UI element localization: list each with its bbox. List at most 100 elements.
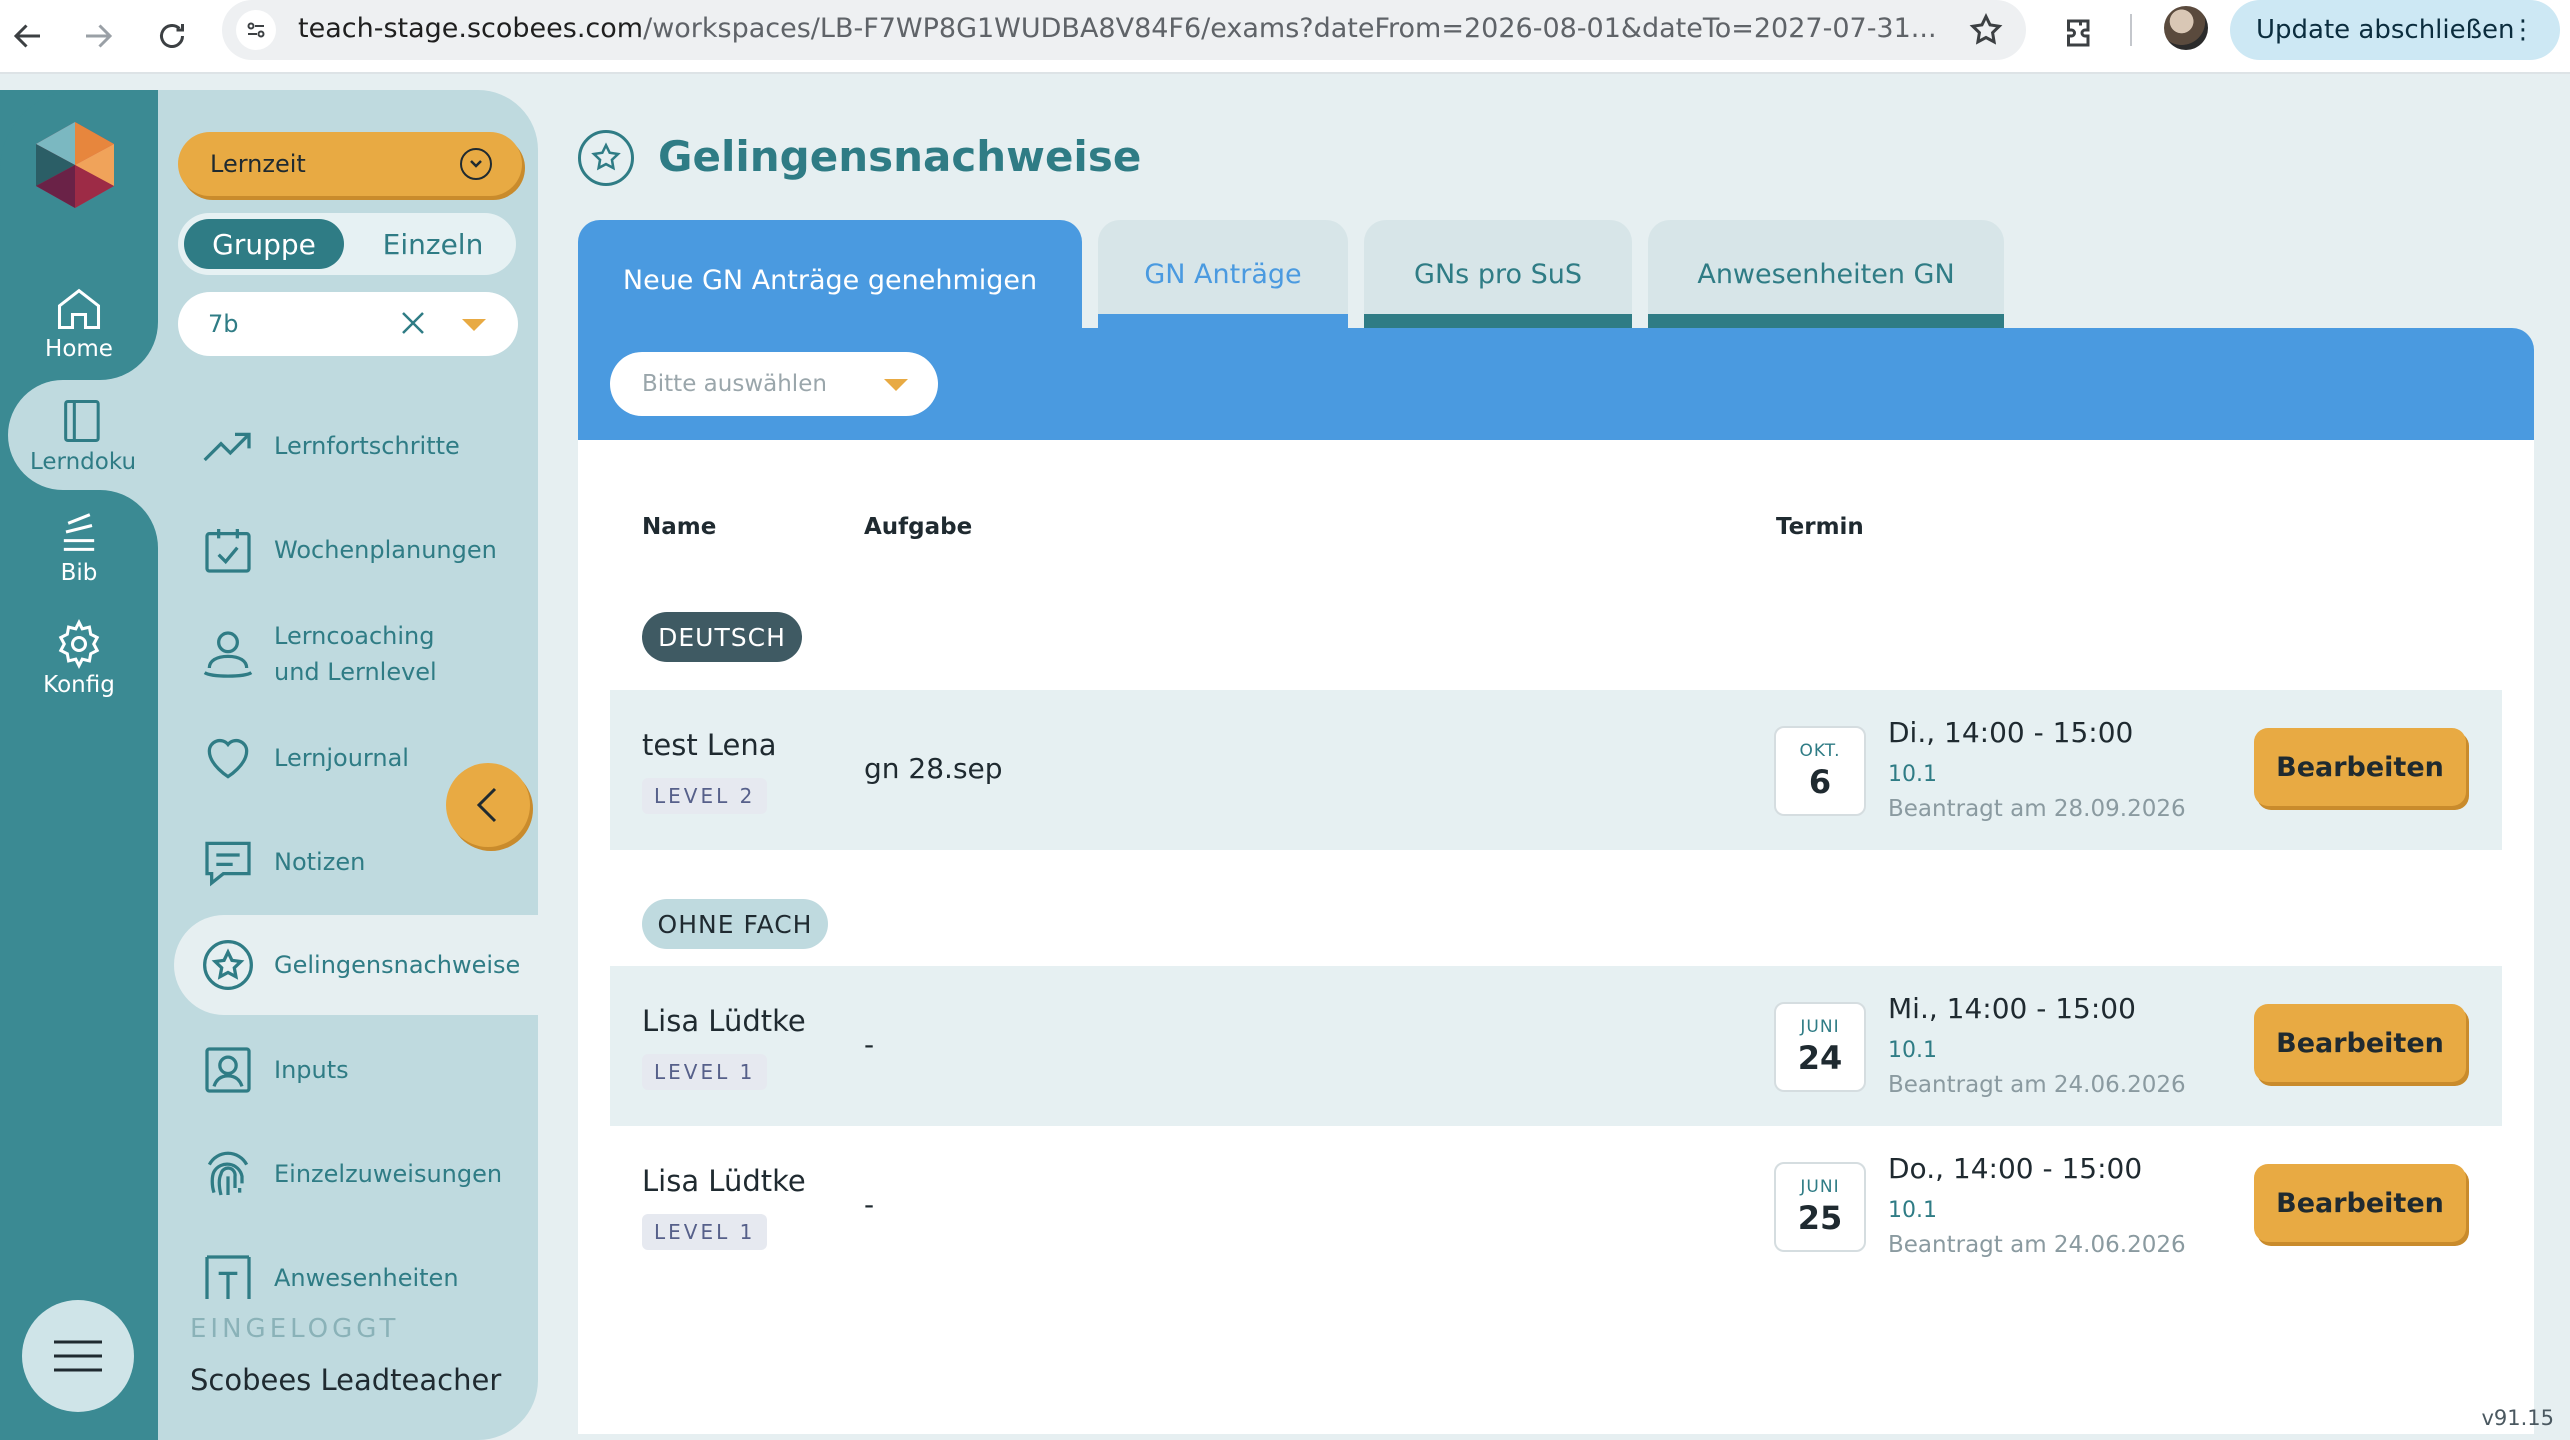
gear-icon [58,618,100,670]
sidebar-item-label: Gelingensnachweise [274,951,521,979]
rail-item-home[interactable]: Home [0,272,158,372]
date-day: 25 [1797,1199,1843,1237]
level-badge: LEVEL 1 [642,1214,768,1250]
attendance-icon [205,1255,251,1299]
sidebar-item-label-line2: und Lernlevel [274,658,437,686]
column-header-date: Termin [1776,514,1864,540]
toggle-einzeln[interactable]: Einzeln [358,219,508,269]
row-room: 10.1 [1888,1198,1937,1223]
date-badge: OKT. 6 [1774,726,1866,816]
logged-in-username: Scobees Leadteacher [190,1363,502,1397]
heart-icon [207,738,249,779]
toggle-gruppe[interactable]: Gruppe [184,219,344,269]
date-day: 24 [1797,1039,1843,1077]
rail-item-lerndoku[interactable]: Lerndoku [8,380,158,490]
row-requested: Beantragt am 24.06.2026 [1888,1072,2186,1098]
date-badge: JUNI 25 [1774,1162,1866,1252]
kebab-icon[interactable]: ⋮ [2510,16,2536,44]
row-task: - [864,1028,875,1061]
sidebar-item-label: Notizen [274,848,366,876]
sidebar-item-inputs[interactable]: Inputs [200,1030,530,1110]
filter-placeholder: Bitte auswählen [642,371,827,397]
tab-underline [1098,314,1348,328]
url-path: /workspaces/LB-F7WP8G1WUDBA8V84F6/exams?… [643,13,1937,44]
group-badge-ohne-fach: OHNE FACH [642,899,828,949]
date-day: 6 [1808,763,1832,801]
logged-in-caption: EINGELOGGT [190,1314,400,1344]
tab-neue-gn-antraege[interactable]: Neue GN Anträge genehmigen [578,220,1082,340]
star-circle-icon [203,940,253,990]
group-select-value: 7b [208,310,239,338]
filter-select[interactable]: Bitte auswählen [610,352,938,416]
group-select[interactable]: 7b [178,292,518,356]
page-title: Gelingensnachweise [658,132,1142,181]
rail-item-konfig[interactable]: Konfig [0,608,158,708]
sidebar-item-gelingensnachweise[interactable]: Gelingensnachweise [174,915,538,1015]
update-button[interactable]: Update abschließen ⋮ [2230,0,2560,60]
date-month: JUNI [1800,1177,1840,1197]
row-requested: Beantragt am 24.06.2026 [1888,1232,2186,1258]
chevron-left-icon [476,787,497,823]
row-task: gn 28.sep [864,752,1003,785]
forward-arrow-icon[interactable] [70,8,126,64]
collapse-sidebar-button[interactable] [446,763,530,847]
edit-button[interactable]: Bearbeiten [2254,1164,2466,1242]
tab-gns-pro-sus[interactable]: GNs pro SuS [1364,220,1632,328]
row-room: 10.1 [1888,762,1937,787]
back-arrow-icon[interactable] [0,8,56,64]
star-circle-icon [578,130,634,186]
person-icon [203,631,253,678]
extensions-icon[interactable] [2054,8,2104,58]
row-time: Di., 14:00 - 15:00 [1888,716,2134,749]
stack-icon [63,513,95,551]
date-badge: JUNI 24 [1774,1002,1866,1092]
star-icon[interactable] [1968,12,2004,48]
sidebar-item-label: Lerncoaching und Lernlevel [274,618,437,690]
version-label: v91.15 [2481,1406,2554,1430]
rail-item-bib[interactable]: Bib [0,496,158,596]
sidebar-item-einzelzuweisungen[interactable]: Einzelzuweisungen [200,1134,530,1214]
sidebar-item-lernfortschritte[interactable]: Lernfortschritte [200,406,530,486]
row-student-name: Lisa Lüdtke [642,1004,806,1038]
row-time: Mi., 14:00 - 15:00 [1888,992,2136,1025]
sidebar-item-anwesenheiten[interactable]: Anwesenheiten [200,1238,530,1318]
table-row: Lisa Lüdtke LEVEL 1 - JUNI 25 Do., 14:00… [610,1126,2502,1286]
row-requested: Beantragt am 28.09.2026 [1888,796,2186,822]
sidebar-item-label: Wochenplanungen [274,536,497,564]
hamburger-menu-button[interactable] [22,1300,134,1412]
fingerprint-icon [207,1151,249,1196]
level-badge: LEVEL 1 [642,1054,768,1090]
reload-icon[interactable] [144,8,200,64]
url-host: teach-stage.scobees.com [298,13,644,44]
sidebar-item-label: Einzelzuweisungen [274,1160,503,1188]
row-student-name: test Lena [642,728,777,762]
caret-down-icon[interactable] [462,319,486,331]
row-task: - [864,1188,875,1221]
sidebar-item-lerncoaching[interactable]: Lerncoaching und Lernlevel [200,612,530,696]
tab-gn-antraege[interactable]: GN Anträge [1098,220,1348,328]
chat-icon [205,841,251,887]
date-month: OKT. [1799,741,1841,761]
tab-anwesenheiten-gn[interactable]: Anwesenheiten GN [1648,220,2004,328]
sidebar-item-label: Inputs [274,1056,349,1084]
address-bar[interactable]: teach-stage.scobees.com/workspaces/LB-F7… [222,0,2026,60]
sidebar-item-wochenplanungen[interactable]: Wochenplanungen [200,510,530,590]
url-text: teach-stage.scobees.com/workspaces/LB-F7… [298,13,1948,44]
clear-icon[interactable] [398,308,428,344]
trend-icon [203,432,251,462]
hamburger-icon [54,1340,102,1372]
tab-underline [1648,314,2004,328]
toolbar-separator [2130,14,2132,46]
edit-button[interactable]: Bearbeiten [2254,728,2466,806]
column-header-task: Aufgabe [864,514,973,540]
lernzeit-dropdown[interactable]: Lernzeit [178,132,522,196]
group-badge-deutsch: DEUTSCH [642,612,802,662]
site-settings-icon[interactable] [236,10,276,50]
edit-button[interactable]: Bearbeiten [2254,1004,2466,1082]
table-row: test Lena LEVEL 2 gn 28.sep OKT. 6 Di., … [610,690,2502,850]
profile-avatar[interactable] [2164,6,2208,50]
row-room: 10.1 [1888,1038,1937,1063]
lernzeit-label: Lernzeit [210,150,306,178]
row-student-name: Lisa Lüdtke [642,1164,806,1198]
sidebar-item-label: Anwesenheiten [274,1264,459,1292]
